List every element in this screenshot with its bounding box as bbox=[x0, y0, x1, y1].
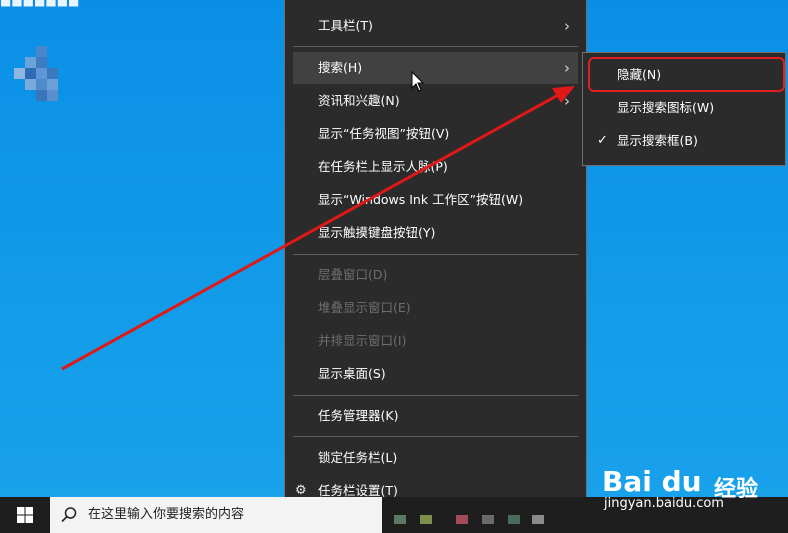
pinned-apps bbox=[382, 497, 562, 533]
chevron-right-icon: › bbox=[564, 92, 570, 110]
menu-item-label: 并排显示窗口(I) bbox=[318, 333, 407, 348]
menu-item-side-by-side: 并排显示窗口(I) bbox=[293, 325, 578, 357]
submenu-item-label: 显示搜索图标(W) bbox=[617, 100, 715, 115]
menu-item-search[interactable]: 搜索(H) › bbox=[293, 52, 578, 84]
menu-item-label: 锁定任务栏(L) bbox=[318, 450, 398, 465]
menu-item-label: 显示“Windows Ink 工作区”按钮(W) bbox=[318, 192, 524, 207]
watermark-url: jingyan.baidu.com bbox=[604, 496, 724, 511]
menu-item-news-interests[interactable]: 资讯和兴趣(N) › bbox=[293, 85, 578, 117]
taskbar-search-box[interactable]: 在这里输入你要搜索的内容 bbox=[50, 497, 382, 533]
menu-item-touch-keyboard[interactable]: 显示触摸键盘按钮(Y) bbox=[293, 217, 578, 249]
windows-logo-icon bbox=[17, 507, 33, 523]
menu-item-toolbars[interactable]: 工具栏(T) › bbox=[293, 10, 578, 42]
pinned-app-icon[interactable] bbox=[482, 515, 494, 524]
menu-item-label: 显示触摸键盘按钮(Y) bbox=[318, 225, 436, 240]
menu-item-label: 显示“任务视图”按钮(V) bbox=[318, 126, 450, 141]
icon-pixel bbox=[36, 46, 47, 57]
menu-item-stack-windows: 堆叠显示窗口(E) bbox=[293, 292, 578, 324]
taskbar-context-menu: 工具栏(T) › 搜索(H) › 资讯和兴趣(N) › 显示“任务视图”按钮(V… bbox=[284, 0, 587, 516]
icon-pixel bbox=[36, 90, 47, 101]
icon-pixel bbox=[47, 68, 58, 79]
menu-item-label: 任务栏设置(T) bbox=[318, 483, 398, 498]
checkmark-icon: ✓ bbox=[597, 133, 608, 148]
pinned-app-icon[interactable] bbox=[508, 515, 520, 524]
menu-item-task-view-button[interactable]: 显示“任务视图”按钮(V) bbox=[293, 118, 578, 150]
icon-pixel bbox=[25, 79, 36, 90]
submenu-item-label: 显示搜索框(B) bbox=[617, 133, 698, 148]
submenu-item-show-search-icon[interactable]: 显示搜索图标(W) bbox=[587, 92, 781, 124]
menu-item-cascade-windows: 层叠窗口(D) bbox=[293, 259, 578, 291]
chevron-right-icon: › bbox=[564, 17, 570, 35]
menu-separator bbox=[293, 46, 578, 47]
pinned-app-icon[interactable] bbox=[420, 515, 432, 524]
icon-pixel bbox=[47, 79, 58, 90]
icon-pixel bbox=[36, 68, 47, 79]
menu-item-label: 层叠窗口(D) bbox=[318, 267, 388, 282]
baidu-logo: Bai du bbox=[602, 465, 702, 498]
pinned-app-icon[interactable] bbox=[532, 515, 544, 524]
icon-pixel bbox=[25, 57, 36, 68]
menu-item-label: 任务管理器(K) bbox=[318, 408, 399, 423]
chevron-right-icon: › bbox=[564, 59, 570, 77]
menu-item-lock-taskbar[interactable]: 锁定任务栏(L) bbox=[293, 442, 578, 474]
search-placeholder: 在这里输入你要搜索的内容 bbox=[88, 507, 245, 522]
menu-item-windows-ink[interactable]: 显示“Windows Ink 工作区”按钮(W) bbox=[293, 184, 578, 216]
pinned-app-icon[interactable] bbox=[456, 515, 468, 524]
pinned-app-icon[interactable] bbox=[394, 515, 406, 524]
desktop-top-label: ■■■■■■■ bbox=[0, 0, 80, 8]
icon-pixel bbox=[14, 68, 25, 79]
icon-pixel bbox=[36, 57, 47, 68]
menu-item-label: 资讯和兴趣(N) bbox=[318, 93, 400, 108]
menu-separator bbox=[293, 254, 578, 255]
baidu-watermark: Bai du 经验 jingyan.baidu.com bbox=[602, 465, 788, 523]
menu-item-label: 在任务栏上显示人脉(P) bbox=[318, 159, 448, 174]
start-button[interactable] bbox=[0, 497, 50, 533]
menu-item-show-desktop[interactable]: 显示桌面(S) bbox=[293, 358, 578, 390]
menu-item-label: 搜索(H) bbox=[318, 60, 363, 75]
menu-item-label: 显示桌面(S) bbox=[318, 366, 386, 381]
highlight-box bbox=[588, 57, 785, 92]
menu-item-show-people[interactable]: 在任务栏上显示人脉(P) bbox=[293, 151, 578, 183]
search-icon bbox=[61, 507, 77, 523]
menu-item-task-manager[interactable]: 任务管理器(K) bbox=[293, 400, 578, 432]
menu-separator bbox=[293, 436, 578, 437]
desktop-app-icon[interactable] bbox=[14, 46, 58, 108]
icon-pixel bbox=[36, 79, 47, 90]
icon-pixel bbox=[25, 68, 36, 79]
icon-pixel bbox=[47, 90, 58, 101]
menu-separator bbox=[293, 395, 578, 396]
submenu-item-show-search-box[interactable]: ✓ 显示搜索框(B) bbox=[587, 125, 781, 157]
menu-item-label: 工具栏(T) bbox=[318, 18, 373, 33]
menu-item-label: 堆叠显示窗口(E) bbox=[318, 300, 411, 315]
